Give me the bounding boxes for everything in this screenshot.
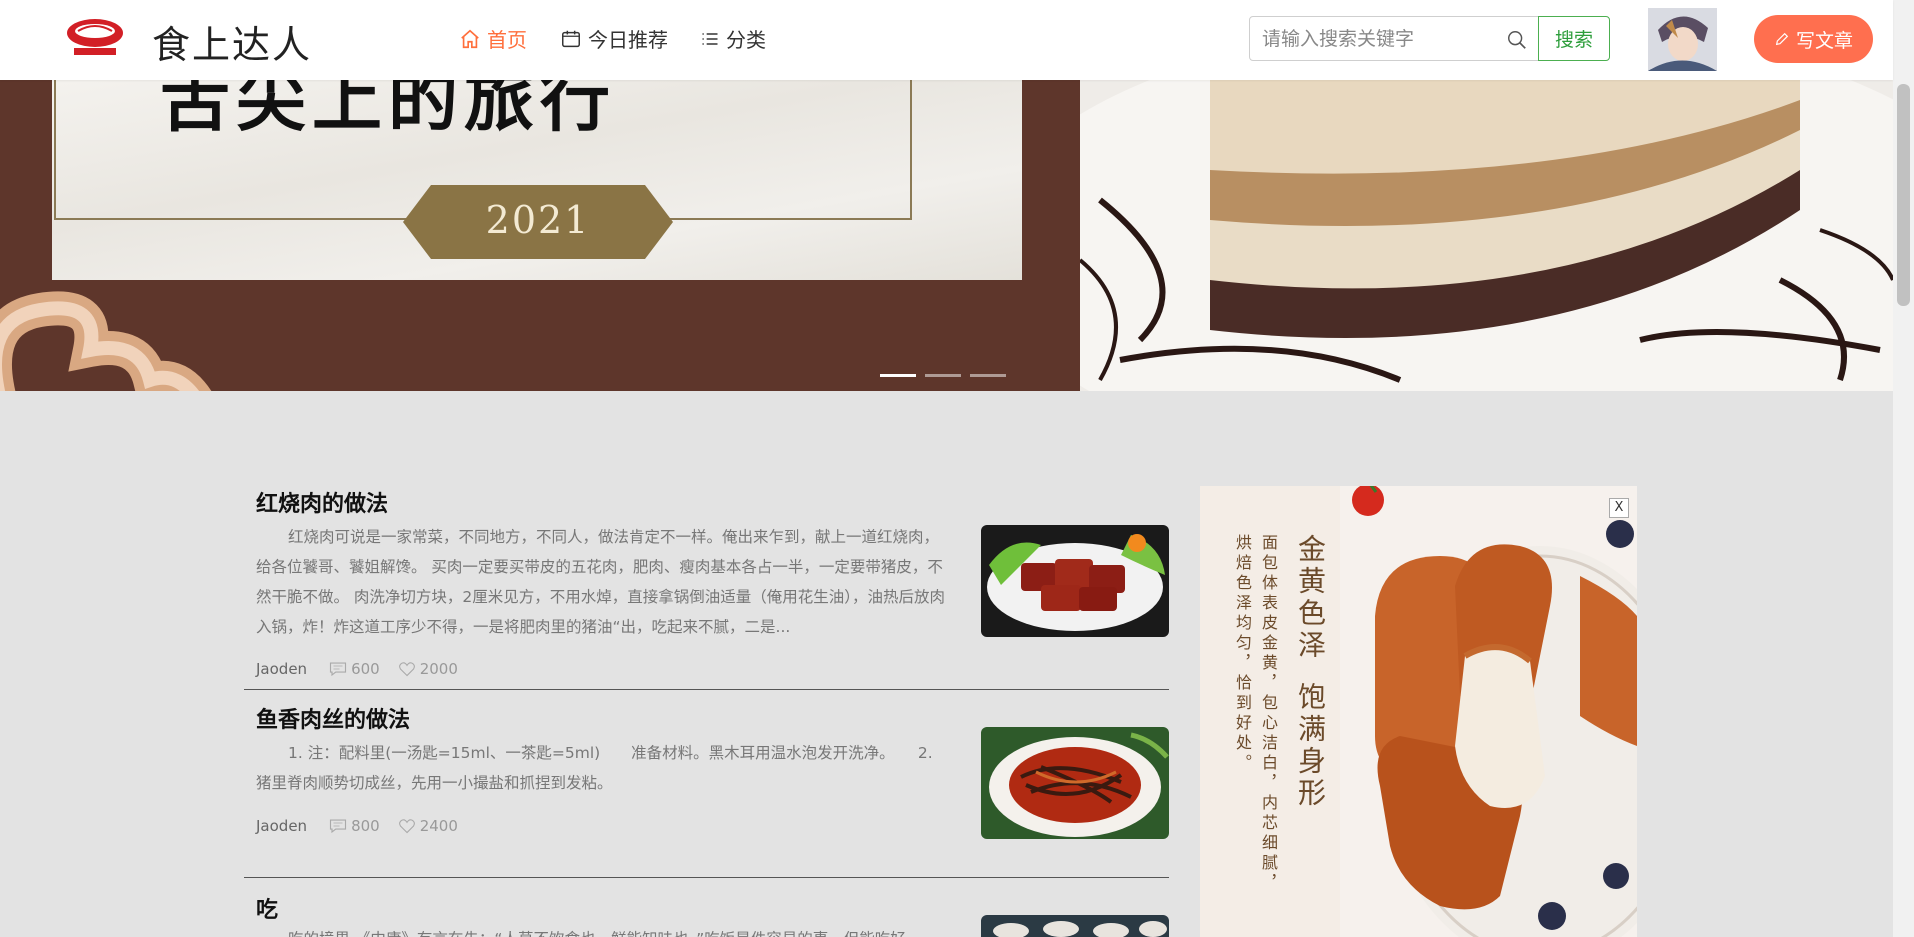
article-summary: 1. 注：配料里(一汤匙=15ml、一茶匙=5ml) 准备材料。黑木耳用温水泡发… xyxy=(256,744,933,792)
page-scrollbar[interactable] xyxy=(1893,0,1914,937)
like-count-value: 2000 xyxy=(419,660,458,678)
like-count-value: 2400 xyxy=(419,817,458,835)
article-item[interactable]: 吃 吃的境界 《中庸》有言在先：“人莫不饮食也，鲜能知味也。”吃饭是件容易的事，… xyxy=(256,892,1169,937)
comment-count[interactable]: 600 xyxy=(329,660,380,678)
article-summary: 吃的境界 《中庸》有言在先：“人莫不饮食也，鲜能知味也。”吃饭是件容易的事，但能… xyxy=(256,924,946,937)
banner-year: 2021 xyxy=(485,198,591,242)
ad-close-button[interactable]: X xyxy=(1609,498,1629,518)
article-thumbnail[interactable] xyxy=(981,915,1169,937)
site-name: 食上达人 xyxy=(152,23,313,67)
write-article-button[interactable]: 写文章 xyxy=(1754,15,1873,63)
heart-icon xyxy=(398,662,415,677)
article-meta: Jaoden 600 2000 xyxy=(256,660,476,678)
comment-icon xyxy=(330,819,347,834)
nav-home[interactable]: 首页 xyxy=(459,24,527,53)
user-avatar[interactable] xyxy=(1648,8,1717,71)
banner-carousel[interactable]: 舌尖上的旅行 2021 xyxy=(0,80,1893,391)
top-navbar: 食上达人 首页 今日推荐 分类 搜索 写文章 xyxy=(0,0,1893,80)
carousel-indicators xyxy=(880,374,1006,377)
article-thumbnail[interactable] xyxy=(981,727,1169,839)
heart-icon xyxy=(398,819,415,834)
article-divider xyxy=(244,689,1169,690)
article-author[interactable]: Jaoden xyxy=(256,817,307,835)
ad-body-1: 面包体表皮金黄，包心洁白，内芯细腻， xyxy=(1259,534,1278,894)
comment-count-value: 800 xyxy=(351,817,380,835)
banner-slide-cake xyxy=(1080,80,1893,391)
nav-today-recommend-label: 今日推荐 xyxy=(588,28,668,52)
article-summary: 红烧肉可说是一家常菜，不同地方，不同人，做法肯定不一样。俺出来乍到，献上一道红烧… xyxy=(256,528,946,636)
carousel-dot[interactable] xyxy=(925,374,961,377)
search-input[interactable] xyxy=(1250,17,1514,60)
calendar-sale-icon xyxy=(562,30,580,47)
nav-home-label: 首页 xyxy=(487,28,527,52)
ad-headline-2: 饱满身形 xyxy=(1294,682,1327,810)
article-title[interactable]: 红烧肉的做法 xyxy=(256,486,388,518)
swirl-decoration xyxy=(0,291,212,391)
cake-photo xyxy=(1080,80,1893,391)
article-meta: Jaoden 800 2400 xyxy=(256,817,476,835)
ad-headline-1: 金黄色泽 xyxy=(1294,534,1327,662)
ad-body-2: 烘焙色泽均匀，恰到好处。 xyxy=(1233,534,1252,774)
article-title[interactable]: 吃 xyxy=(256,892,278,924)
comment-count-value: 600 xyxy=(351,660,380,678)
search-box xyxy=(1249,16,1539,61)
carousel-dot[interactable] xyxy=(970,374,1006,377)
carousel-dot[interactable] xyxy=(880,374,916,377)
nav-today-recommend[interactable]: 今日推荐 xyxy=(560,24,668,53)
nav-category[interactable]: 分类 xyxy=(700,24,766,53)
pencil-icon xyxy=(1775,32,1789,46)
nav-category-label: 分类 xyxy=(726,28,766,52)
comment-count[interactable]: 800 xyxy=(329,817,380,835)
article-item[interactable]: 红烧肉的做法 红烧肉可说是一家常菜，不同地方，不同人，做法肯定不一样。俺出来乍到… xyxy=(256,486,1169,686)
like-count[interactable]: 2000 xyxy=(398,660,458,678)
article-title[interactable]: 鱼香肉丝的做法 xyxy=(256,702,410,734)
article-item[interactable]: 鱼香肉丝的做法 1. 注：配料里(一汤匙=15ml、一茶匙=5ml) 准备材料。… xyxy=(256,702,1169,872)
banner-title: 舌尖上的旅行 xyxy=(160,80,616,141)
write-article-label: 写文章 xyxy=(1795,29,1853,52)
like-count[interactable]: 2400 xyxy=(398,817,458,835)
list-icon xyxy=(702,32,718,45)
search-icon[interactable] xyxy=(1506,29,1528,51)
search-button[interactable]: 搜索 xyxy=(1538,16,1610,61)
scrollbar-thumb[interactable] xyxy=(1897,84,1910,306)
article-thumbnail[interactable] xyxy=(981,525,1169,637)
home-icon xyxy=(461,29,479,48)
article-author[interactable]: Jaoden xyxy=(256,660,307,678)
advertisement[interactable]: X 金黄色泽 饱满身形 面包体表皮金黄，包心洁白，内芯细腻， 烘焙色泽均匀，恰到… xyxy=(1200,486,1637,937)
comment-icon xyxy=(330,662,347,677)
site-logo[interactable] xyxy=(66,17,124,59)
banner-slide-travel: 舌尖上的旅行 2021 xyxy=(0,80,1080,391)
article-divider xyxy=(244,877,1169,878)
